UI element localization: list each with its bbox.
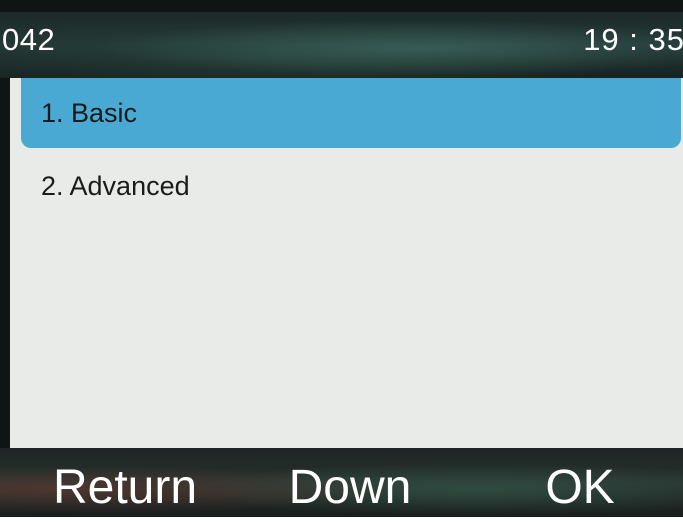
status-bar: 042 19 : 35: [0, 12, 683, 78]
down-button[interactable]: Down: [275, 448, 425, 517]
return-button[interactable]: Return: [40, 448, 210, 517]
clock: 19 : 35: [583, 22, 683, 57]
softkey-bar: Return Down OK: [0, 448, 683, 517]
menu-item-advanced[interactable]: 2. Advanced: [21, 151, 681, 221]
ok-button[interactable]: OK: [525, 448, 635, 517]
account-label: 042: [2, 22, 56, 57]
menu-item-basic[interactable]: 1. Basic: [21, 78, 681, 148]
menu-item-label: 2. Advanced: [41, 171, 190, 201]
menu-list: 1. Basic 2. Advanced: [10, 78, 683, 448]
phone-screen: 042 19 : 35 1. Basic 2. Advanced Return …: [0, 0, 683, 517]
menu-item-label: 1. Basic: [41, 98, 138, 128]
